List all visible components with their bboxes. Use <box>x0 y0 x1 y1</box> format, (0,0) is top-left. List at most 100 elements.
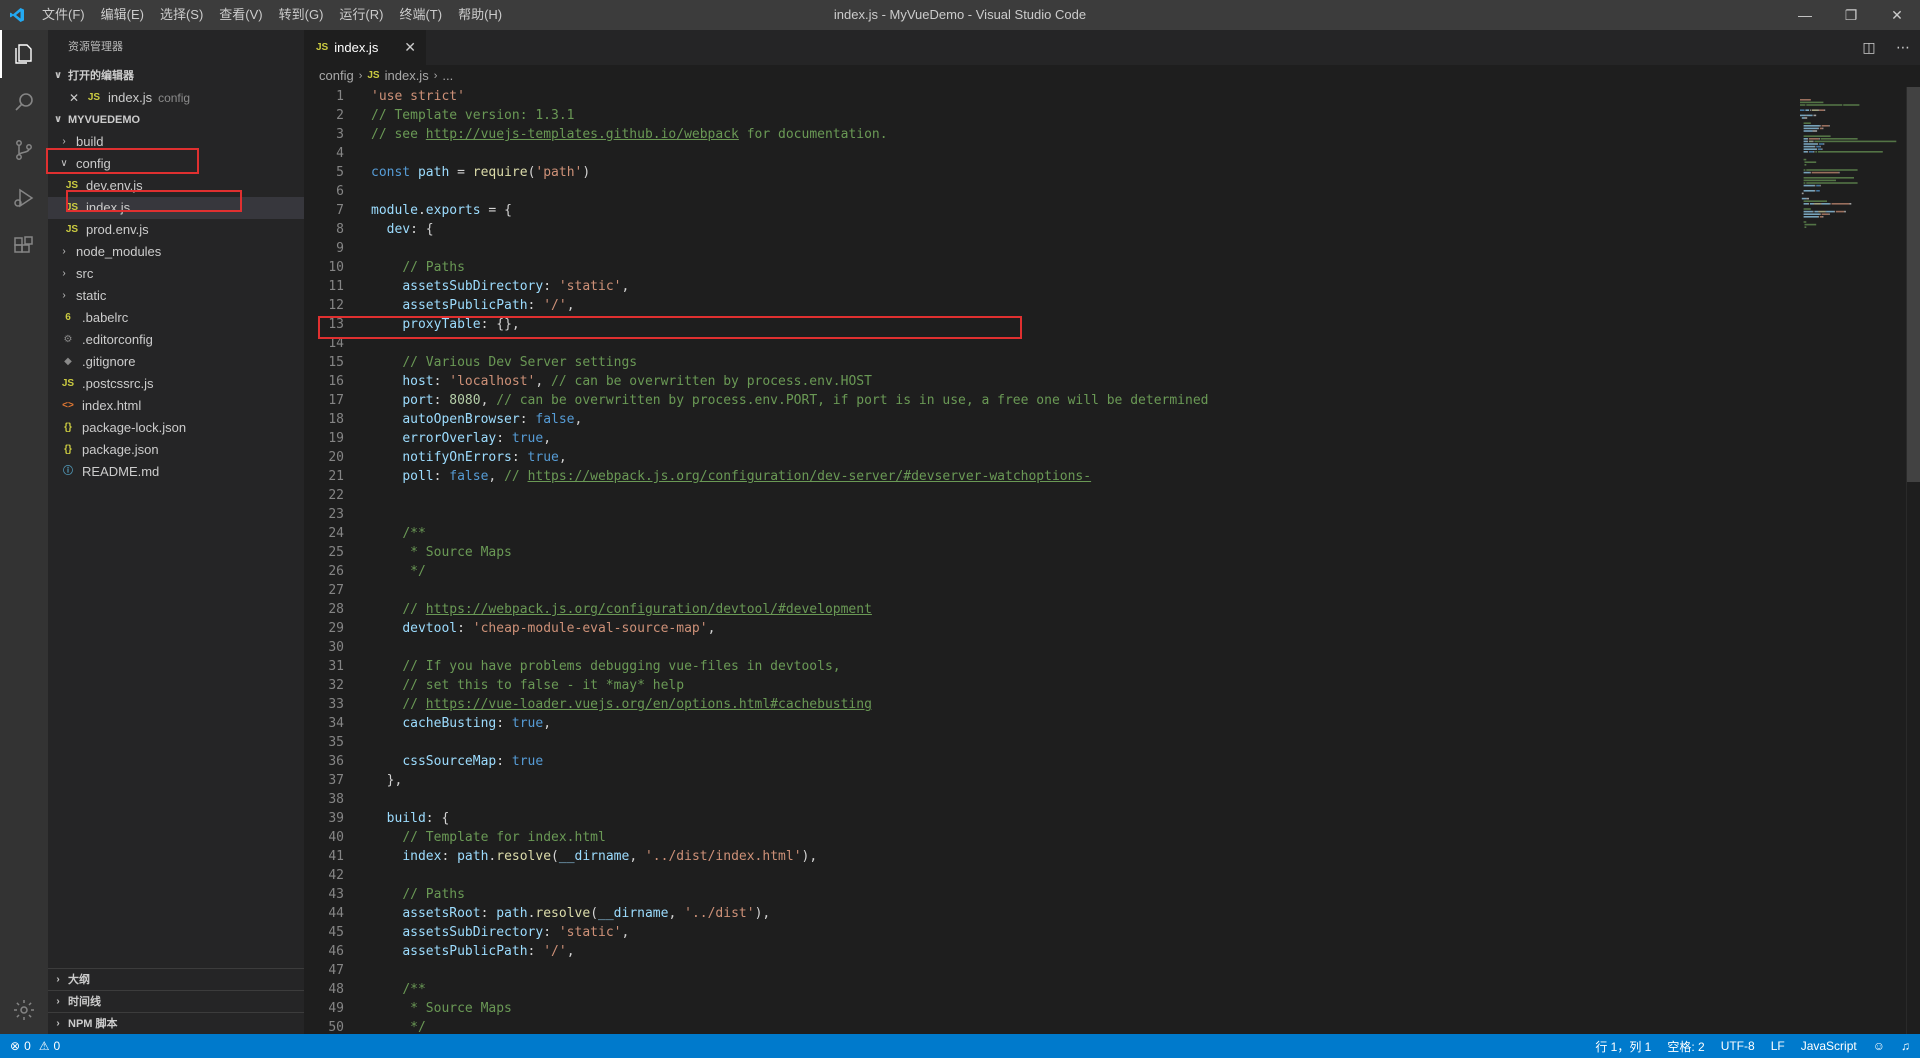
code-text: // Paths <box>344 885 465 904</box>
code-editor[interactable]: 1 'use strict' 2 // Template version: 1.3.1… <box>304 87 1920 1034</box>
minimap-line <box>1811 171 1839 174</box>
menu-item[interactable]: 编辑(E) <box>93 0 152 30</box>
minimap-line <box>1814 140 1897 143</box>
tree-item-label: package-lock.json <box>82 420 187 435</box>
folder-item[interactable]: › src <box>48 263 304 285</box>
code-token: assetsSubDirectory <box>402 925 544 940</box>
breadcrumb-more[interactable]: ... <box>442 65 453 87</box>
minimap-line <box>1821 213 1829 215</box>
file-item[interactable]: <> index.html <box>48 395 304 417</box>
sidebar-section-header[interactable]: › 时间线 <box>48 990 304 1012</box>
code-token: path <box>457 849 489 864</box>
sidebar-section-header[interactable]: › 大纲 <box>48 968 304 990</box>
indentation[interactable]: 空格: 2 <box>1667 1038 1704 1055</box>
line-number: 41 <box>328 849 344 864</box>
close-icon[interactable]: ✕ <box>1874 0 1920 30</box>
cursor-position[interactable]: 行 1，列 1 <box>1595 1038 1651 1055</box>
scrollbar-thumb[interactable] <box>1907 87 1920 482</box>
language-mode[interactable]: JavaScript <box>1801 1039 1857 1053</box>
file-item[interactable]: JS .postcssrc.js <box>48 373 304 395</box>
file-item[interactable]: JS prod.env.js <box>48 219 304 241</box>
file-item[interactable]: ⓘ README.md <box>48 461 304 483</box>
file-item[interactable]: JS index.js <box>48 197 304 219</box>
folder-item[interactable]: › node_modules <box>48 241 304 263</box>
chevron-right-icon: › <box>358 70 363 82</box>
line-ending[interactable]: LF <box>1771 1039 1785 1053</box>
code-token: '../dist/index.html' <box>644 849 802 864</box>
tree-item-label: dev.env.js <box>86 178 143 193</box>
close-icon[interactable]: ✕ <box>404 39 416 56</box>
menu-item[interactable]: 终端(T) <box>391 0 450 30</box>
code-token: http://vuejs-templates.github.io/webpack <box>425 127 739 142</box>
gear-icon[interactable] <box>0 986 48 1034</box>
search-icon[interactable] <box>0 78 48 126</box>
tree-item-label: .gitignore <box>82 354 136 369</box>
file-item[interactable]: {} package-lock.json <box>48 417 304 439</box>
code-line: 6 <box>304 182 1920 201</box>
minimap-line <box>1808 203 1809 205</box>
encoding[interactable]: UTF-8 <box>1721 1039 1755 1053</box>
minimap-line <box>1838 171 1840 174</box>
file-item[interactable]: ⚙ .editorconfig <box>48 329 304 351</box>
tab-index-js[interactable]: JS index.js ✕ <box>304 30 426 65</box>
minimap-line <box>1800 101 1824 104</box>
code-line: 15 // Various Dev Server settings <box>304 353 1920 372</box>
run-debug-icon[interactable] <box>0 174 48 222</box>
minimap-line <box>1803 179 1836 182</box>
feedback-icon[interactable]: ☺ <box>1873 1039 1885 1053</box>
file-item[interactable]: {} package.json <box>48 439 304 461</box>
file-item[interactable]: 6 .babelrc <box>48 307 304 329</box>
vertical-scrollbar[interactable] <box>1906 87 1920 1034</box>
menu-item[interactable]: 帮助(H) <box>450 0 510 30</box>
code-token: : {}, <box>480 317 520 332</box>
extensions-icon[interactable] <box>0 222 48 270</box>
tree-item-label: .babelrc <box>82 310 129 325</box>
menu-item[interactable]: 转到(G) <box>271 0 332 30</box>
restore-icon[interactable]: ❐ <box>1828 0 1874 30</box>
minimap-line <box>1809 140 1813 143</box>
breadcrumb-folder[interactable]: config <box>319 65 354 87</box>
chevron-right-icon: › <box>56 1017 60 1029</box>
tree-item-label: src <box>76 266 94 281</box>
code-token: 'use strict' <box>371 89 465 104</box>
minimap-line <box>1800 104 1806 106</box>
menu-item[interactable]: 运行(R) <box>331 0 391 30</box>
menu-item[interactable]: 文件(F) <box>34 0 93 30</box>
code-text: assetsRoot: path.resolve(__dirname, '../… <box>344 904 770 923</box>
breadcrumb-file[interactable]: index.js <box>385 65 429 87</box>
folder-item[interactable]: › build <box>48 131 304 153</box>
code-token: // Template for index.html <box>402 830 606 845</box>
minimap-line <box>1816 190 1820 192</box>
source-control-icon[interactable] <box>0 126 48 174</box>
menu-item[interactable]: 查看(V) <box>211 0 270 30</box>
code-token: notifyOnErrors <box>402 450 512 465</box>
code-line: 50 */ <box>304 1018 1920 1034</box>
open-editor-item[interactable]: ✕ JS index.js config <box>48 87 304 109</box>
folder-item[interactable]: ∨ config <box>48 153 304 175</box>
minimap-line <box>1804 223 1817 226</box>
code-token: , <box>543 716 552 731</box>
code-text: /** <box>344 980 425 999</box>
minimap[interactable] <box>1796 87 1906 1034</box>
minimize-icon[interactable]: — <box>1782 0 1828 30</box>
problems-indicator[interactable]: ⊗ 0 ⚠ 0 <box>0 1039 64 1053</box>
open-editors-header[interactable]: ∨ 打开的编辑器 <box>48 65 304 87</box>
code-line: 20 notifyOnErrors: true, <box>304 448 1920 467</box>
file-item[interactable]: ◆ .gitignore <box>48 351 304 373</box>
more-actions-icon[interactable]: ⋯ <box>1886 39 1920 56</box>
split-editor-icon[interactable]: ◫ <box>1852 39 1886 56</box>
menu-item[interactable]: 选择(S) <box>152 0 211 30</box>
minimap-line <box>1807 140 1809 143</box>
minimap-line <box>1809 151 1814 153</box>
file-item[interactable]: JS dev.env.js <box>48 175 304 197</box>
explorer-icon[interactable] <box>0 30 48 78</box>
folder-item[interactable]: › static <box>48 285 304 307</box>
line-number: 20 <box>328 450 344 465</box>
sidebar-section-header[interactable]: › NPM 脚本 <box>48 1012 304 1034</box>
minimap-line <box>1812 140 1814 143</box>
close-icon[interactable]: ✕ <box>66 87 82 109</box>
project-header[interactable]: ∨ MYVUEDEMO <box>48 109 304 131</box>
bell-icon[interactable]: ♫ <box>1901 1039 1910 1053</box>
